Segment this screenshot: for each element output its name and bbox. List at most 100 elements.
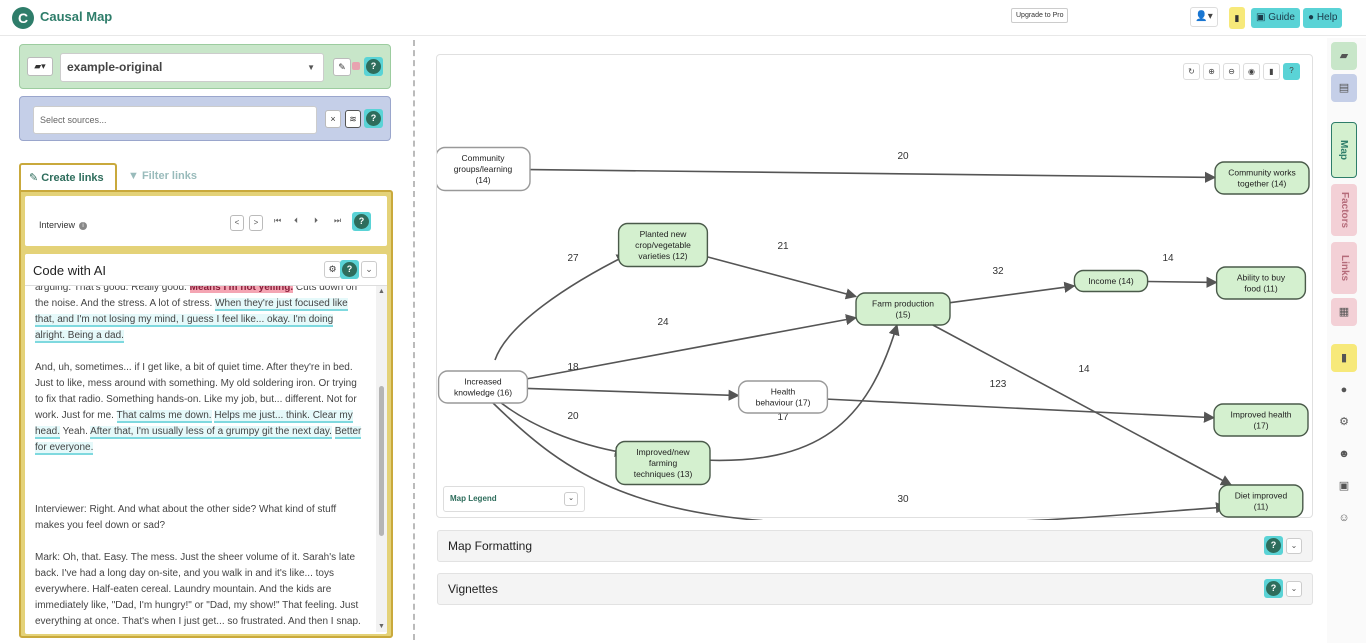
chevron-down-icon[interactable]: ⌄	[564, 492, 578, 506]
factor-label: varieties (12)	[638, 251, 687, 261]
bookmark-icon[interactable]: ▮	[1229, 7, 1245, 29]
tab-create-links[interactable]: ✎ Create links	[19, 163, 117, 191]
map-link-community-works[interactable]	[529, 168, 1217, 183]
chevron-down-icon[interactable]: ⌄	[1286, 581, 1302, 597]
factor-label: Health	[771, 387, 796, 397]
chevron-down-icon[interactable]: ⌄	[361, 261, 377, 278]
sources-help-button[interactable]: ?	[364, 109, 383, 128]
project-help-button[interactable]: ?	[364, 57, 383, 76]
folder-menu-button[interactable]: ▰▾	[27, 57, 53, 76]
app-logo-icon[interactable]: C	[12, 7, 34, 29]
map-link-knowledge-planted[interactable]	[494, 254, 629, 361]
map-factor-diet[interactable]: Diet improved(11)	[1218, 484, 1304, 518]
gear-icon[interactable]: ⚙	[324, 261, 341, 278]
user-check-icon[interactable]: ☺	[1331, 504, 1357, 532]
table-icon[interactable]: ▦	[1331, 298, 1357, 326]
user-menu-button[interactable]: 👤▾	[1190, 7, 1218, 27]
link-count-label: 18	[567, 362, 579, 373]
last-page-icon[interactable]: ⏭	[334, 216, 341, 226]
map-factor-income[interactable]: Income (14)	[1073, 269, 1149, 293]
question-icon[interactable]: ?	[1283, 63, 1300, 80]
clear-sources-button[interactable]: ×	[325, 110, 341, 128]
factor-label: crop/vegetable	[635, 240, 691, 250]
chat-icon[interactable]: ●	[1331, 376, 1357, 404]
prev-interview-button[interactable]: <	[230, 215, 244, 231]
highlighted-quote[interactable]: That calms me down.	[116, 410, 212, 423]
guide-button[interactable]: ▣ Guide	[1251, 8, 1300, 28]
map-link-health_beh-health_imp[interactable]	[827, 398, 1216, 423]
upgrade-button[interactable]: Upgrade to Pro	[1011, 8, 1069, 23]
first-page-icon[interactable]: ⏮	[274, 216, 281, 226]
formatting-help-button[interactable]: ?	[1264, 536, 1283, 555]
factor-label: Increased	[464, 377, 502, 387]
transcript-text[interactable]: arguing. That's good. Really good. Means…	[35, 280, 365, 634]
map-formatting-accordion[interactable]: Map Formatting ? ⌄	[437, 530, 1313, 562]
next-interview-button[interactable]: >	[249, 215, 263, 231]
robot-icon[interactable]: ▣	[1331, 472, 1357, 500]
scroll-thumb[interactable]	[379, 386, 384, 536]
tab-filter-links[interactable]: ▼ Filter links	[128, 170, 197, 182]
map-legend-toggle[interactable]: Map Legend ⌄	[443, 486, 585, 512]
map-factor-planted[interactable]: Planted newcrop/vegetablevarieties (12)	[617, 222, 709, 268]
vignettes-accordion[interactable]: Vignettes ? ⌄	[437, 573, 1313, 605]
ai-help-button[interactable]: ?	[340, 260, 359, 279]
causal-map-card: ↻ ⊕ ⊖ ◉ ▮? 20 27 21 24 32 14 18 123 14 20 17 30 Communi…	[436, 54, 1313, 520]
gear-icon[interactable]: ⚙	[1331, 408, 1357, 436]
lock-icon	[352, 62, 360, 70]
map-factor-farm[interactable]: Farm production(15)	[855, 292, 951, 326]
map-link-farm-income[interactable]	[949, 281, 1076, 304]
scroll-up-icon[interactable]: ▲	[378, 288, 385, 295]
zoom-out-icon[interactable]: ⊖	[1223, 63, 1240, 80]
tab-filter-label: Filter links	[141, 170, 197, 182]
bookmark-icon[interactable]: ▮	[1331, 344, 1357, 372]
map-factor-works[interactable]: Community workstogether (14)	[1214, 161, 1310, 195]
map-legend-label: Map Legend	[450, 494, 497, 503]
help-button[interactable]: ● Help	[1303, 8, 1343, 28]
tab-factors[interactable]: Factors	[1331, 184, 1357, 236]
map-factor-farming[interactable]: Improved/newfarmingtechniques (13)	[615, 440, 711, 486]
map-link-income-food[interactable]	[1147, 276, 1218, 288]
map-link-knowledge-farming[interactable]	[494, 397, 627, 457]
clipboard-icon[interactable]: ▮	[1263, 63, 1280, 80]
chevron-down-icon[interactable]: ⌄	[1286, 538, 1302, 554]
map-link-farm-diet[interactable]	[932, 324, 1233, 486]
causal-map-canvas[interactable]: 202721243214181231420 1730 Communitygroup…	[437, 95, 1312, 520]
factor-label: (11)	[1254, 502, 1269, 512]
coding-panel: Interview i < > ⏮ ⏴ ⏵ ⏭ ? arguing. That's…	[19, 190, 393, 638]
next-page-icon[interactable]: ⏵	[314, 216, 318, 226]
info-icon[interactable]: i	[79, 221, 88, 230]
map-factor-health_beh[interactable]: Healthbehaviour (17)	[737, 380, 829, 414]
zoom-in-icon[interactable]: ⊕	[1203, 63, 1220, 80]
panel-divider[interactable]	[413, 40, 415, 640]
project-select[interactable]: example-original ▼	[60, 53, 324, 82]
layers-button[interactable]: ≋	[345, 110, 361, 128]
map-factor-food[interactable]: Ability to buyfood (11)	[1215, 266, 1307, 300]
map-link-knowledge-health_beh[interactable]	[527, 387, 740, 401]
link-count-label: 21	[777, 241, 789, 252]
sources-input[interactable]: Select sources...	[33, 106, 317, 134]
map-factor-knowledge[interactable]: Increasedknowledge (16)	[437, 370, 529, 404]
edit-project-button[interactable]: ✎	[333, 58, 351, 76]
link-count-label: 27	[567, 253, 579, 264]
question-icon: ?	[366, 111, 381, 126]
map-factor-community[interactable]: Communitygroups/learning(14)	[437, 146, 531, 192]
question-icon: ?	[366, 59, 381, 74]
camera-icon[interactable]: ◉	[1243, 63, 1260, 80]
vignettes-help-button[interactable]: ?	[1264, 579, 1283, 598]
tab-map[interactable]: Map	[1331, 122, 1357, 178]
tab-links[interactable]: Links	[1331, 242, 1357, 294]
transcript-scrollbar[interactable]: ▲ ▼	[376, 286, 387, 632]
user-icon[interactable]: ☻	[1331, 440, 1357, 468]
folder-icon[interactable]: ▰	[1331, 42, 1357, 70]
document-icon[interactable]: ▤	[1331, 74, 1357, 102]
prev-page-icon[interactable]: ⏴	[294, 216, 298, 226]
highlighted-quote[interactable]: After that, I'm usually less of a grumpy…	[90, 426, 332, 439]
map-link-knowledge-diet[interactable]	[492, 402, 1228, 520]
map-factor-health_imp[interactable]: Improved health(17)	[1213, 403, 1309, 437]
refresh-icon[interactable]: ↻	[1183, 63, 1200, 80]
interview-navigator: Interview i < > ⏮ ⏴ ⏵ ⏭ ?	[25, 196, 387, 246]
interview-help-button[interactable]: ?	[352, 212, 371, 231]
app-title[interactable]: Causal Map	[40, 9, 112, 24]
map-link-planted-farm[interactable]	[707, 256, 858, 300]
scroll-down-icon[interactable]: ▼	[378, 623, 385, 630]
